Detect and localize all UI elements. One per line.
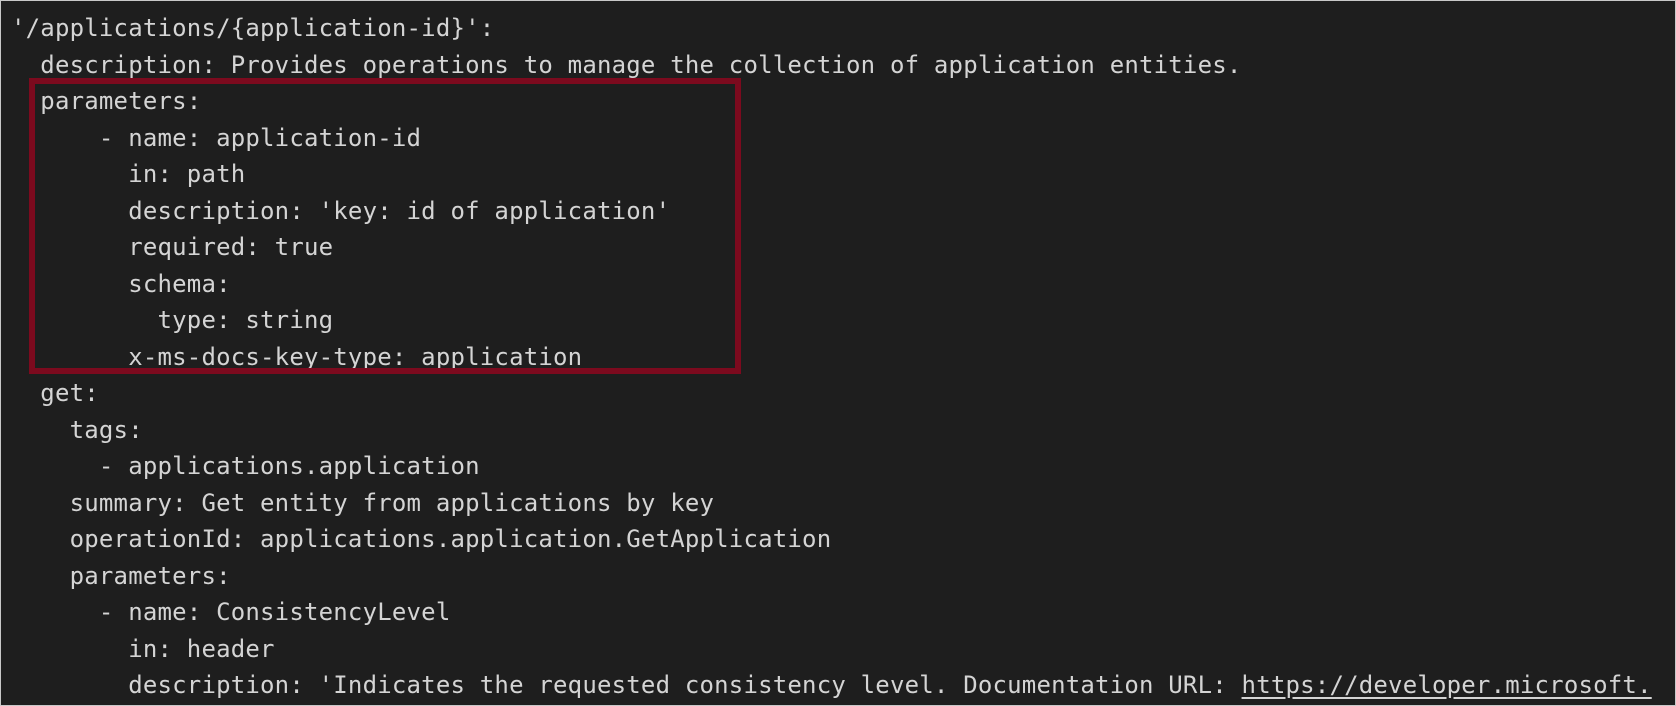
code-line: - name: application-id bbox=[11, 123, 422, 152]
code-line-text: description: 'Indicates the requested co… bbox=[11, 671, 1242, 699]
code-line: description: 'key: id of application' bbox=[11, 196, 671, 225]
code-line: - name: ConsistencyLevel bbox=[11, 598, 451, 626]
code-line: - applications.application bbox=[11, 452, 480, 480]
code-line: operationId: applications.application.Ge… bbox=[11, 525, 832, 553]
code-line: required: true bbox=[11, 233, 334, 261]
code-line: summary: Get entity from applications by… bbox=[11, 488, 715, 517]
code-line: '/applications/{application-id}': bbox=[11, 14, 495, 42]
code-line: schema: bbox=[11, 269, 231, 298]
code-line: in: header bbox=[11, 634, 275, 663]
code-line: in: path bbox=[11, 160, 246, 188]
code-line: parameters: bbox=[11, 561, 231, 590]
code-line: tags: bbox=[11, 415, 143, 444]
code-line: x-ms-docs-key-type: application bbox=[11, 342, 583, 371]
code-line: type: string bbox=[11, 306, 334, 334]
code-screenshot-frame: '/applications/{application-id}': descri… bbox=[0, 0, 1676, 706]
code-line: get: bbox=[11, 379, 99, 407]
code-line-with-link: description: 'Indicates the requested co… bbox=[11, 667, 1675, 704]
code-line: description: Provides operations to mana… bbox=[11, 50, 1242, 79]
code-line: parameters: bbox=[11, 87, 202, 115]
documentation-url-link[interactable]: https://developer.microsoft. bbox=[1242, 671, 1652, 699]
yaml-code-editor: '/applications/{application-id}': descri… bbox=[11, 10, 1675, 705]
